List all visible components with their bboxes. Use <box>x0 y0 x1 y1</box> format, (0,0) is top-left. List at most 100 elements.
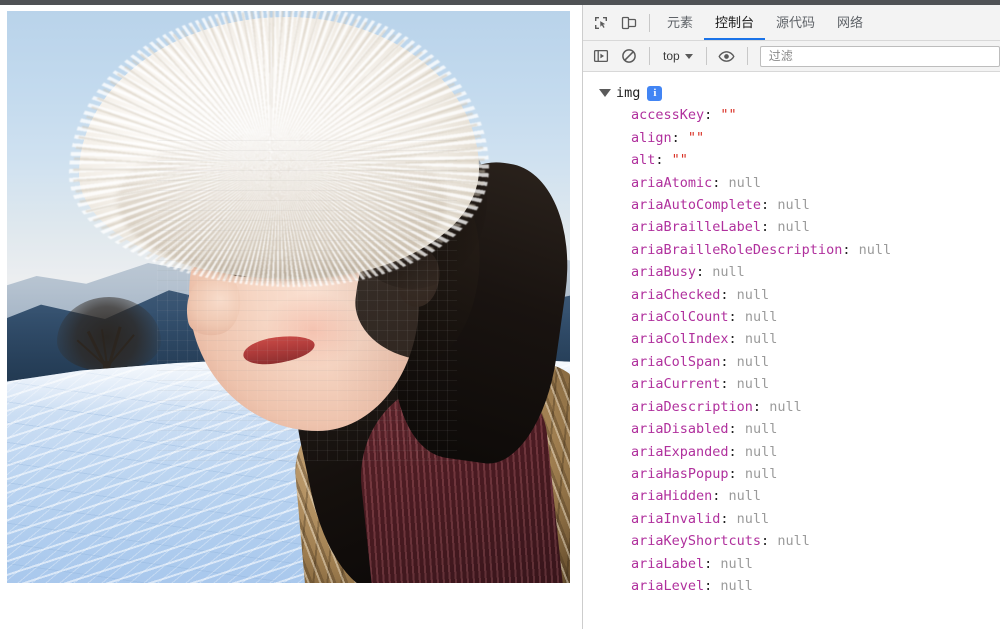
execution-context-label: top <box>663 49 680 63</box>
info-badge[interactable]: i <box>647 85 663 101</box>
object-property-row[interactable]: ariaDisabled: null <box>631 418 1000 440</box>
console-output: img i accessKey: "" align: "" alt: "" ariaA… <box>583 72 1000 629</box>
clear-console-icon[interactable] <box>615 42 643 70</box>
object-property-row[interactable]: ariaLabel: null <box>631 553 1000 575</box>
property-colon: : <box>752 398 770 415</box>
property-key: ariaLevel <box>631 577 705 594</box>
property-value: null <box>736 353 770 370</box>
toolbar-divider <box>649 13 650 32</box>
object-property-row[interactable]: ariaAutoComplete: null <box>631 194 1000 216</box>
object-property-row[interactable]: ariaBrailleLabel: null <box>631 216 1000 238</box>
property-key: ariaBrailleLabel <box>631 219 762 236</box>
execution-context-select[interactable]: top <box>656 45 700 67</box>
object-property-row[interactable]: ariaInvalid: null <box>631 508 1000 530</box>
property-key: ariaInvalid <box>631 510 721 527</box>
devtools-panel: 元素 控制台 源代码 网络 top 过滤 img i accessKey: ""… <box>582 5 1000 629</box>
property-colon: : <box>655 152 672 169</box>
portrait-subject <box>7 11 570 583</box>
property-key: accessKey <box>631 107 705 124</box>
property-colon: : <box>696 264 713 281</box>
property-colon: : <box>728 443 745 460</box>
object-property-row[interactable]: accessKey: "" <box>631 104 1000 126</box>
tab-network[interactable]: 网络 <box>826 5 874 40</box>
property-key: ariaBrailleRoleDescription <box>631 241 843 258</box>
property-value: null <box>858 241 892 258</box>
property-colon: : <box>842 241 859 258</box>
property-value: null <box>744 443 778 460</box>
object-property-row[interactable]: align: "" <box>631 127 1000 149</box>
property-colon: : <box>761 197 778 214</box>
live-expression-eye-icon[interactable] <box>713 42 741 70</box>
device-toolbar-icon[interactable] <box>615 9 643 37</box>
property-colon: : <box>712 174 729 191</box>
property-colon: : <box>704 107 721 124</box>
property-key: ariaAtomic <box>631 174 713 191</box>
property-value: null <box>712 264 745 281</box>
property-colon: : <box>720 353 737 370</box>
property-key: ariaCurrent <box>631 376 721 393</box>
object-property-row[interactable]: ariaHidden: null <box>631 485 1000 507</box>
object-property-row[interactable]: ariaKeyShortcuts: null <box>631 530 1000 552</box>
property-value: "" <box>671 152 688 169</box>
property-value: null <box>720 577 753 594</box>
property-key: ariaBusy <box>631 264 697 281</box>
property-key: ariaKeyShortcuts <box>631 533 762 550</box>
property-value: null <box>720 555 753 572</box>
devtools-tabbar: 元素 控制台 源代码 网络 <box>583 5 1000 41</box>
object-property-row[interactable]: ariaColIndex: null <box>631 328 1000 350</box>
screen: 元素 控制台 源代码 网络 top 过滤 img i accessKey: ""… <box>0 0 1000 629</box>
property-colon: : <box>671 129 688 146</box>
tab-elements[interactable]: 元素 <box>656 5 704 40</box>
object-property-row[interactable]: ariaDescription: null <box>631 396 1000 418</box>
property-value: null <box>736 510 770 527</box>
property-key: ariaChecked <box>631 286 721 303</box>
property-value: "" <box>687 129 705 146</box>
console-toolbar: top <box>583 41 1000 72</box>
property-colon: : <box>728 309 745 326</box>
property-key: alt <box>631 152 656 169</box>
property-colon: : <box>728 331 745 348</box>
inspect-element-icon[interactable] <box>587 9 615 37</box>
property-value: null <box>728 488 762 505</box>
property-value: null <box>728 174 762 191</box>
object-property-row[interactable]: ariaHasPopup: null <box>631 463 1000 485</box>
property-key: ariaColSpan <box>631 353 721 370</box>
object-property-row[interactable]: ariaColSpan: null <box>631 351 1000 373</box>
property-colon: : <box>728 421 745 438</box>
tab-console[interactable]: 控制台 <box>704 5 766 40</box>
object-property-row[interactable]: ariaColCount: null <box>631 306 1000 328</box>
property-key: ariaDescription <box>631 398 753 415</box>
chevron-down-icon <box>684 53 693 59</box>
property-value: null <box>744 309 778 326</box>
page-image[interactable] <box>7 11 570 583</box>
console-filter[interactable] <box>759 45 1000 67</box>
tab-sources[interactable]: 源代码 <box>765 5 826 40</box>
object-property-row[interactable]: ariaCurrent: null <box>631 373 1000 395</box>
property-value: null <box>736 376 770 393</box>
object-property-row[interactable]: ariaBrailleRoleDescription: null <box>631 239 1000 261</box>
property-value: null <box>744 465 778 482</box>
chevron-down-icon[interactable] <box>599 89 611 98</box>
property-key: ariaAutoComplete <box>631 197 762 214</box>
property-value: null <box>769 398 802 415</box>
property-key: ariaColIndex <box>631 331 729 348</box>
property-colon: : <box>704 555 721 572</box>
object-property-row[interactable]: ariaAtomic: null <box>631 172 1000 194</box>
console-sidebar-icon[interactable] <box>587 42 615 70</box>
property-value: null <box>744 421 778 438</box>
filter-input[interactable] <box>766 48 993 64</box>
console-object-header[interactable]: img i <box>583 82 1000 104</box>
object-property-row[interactable]: ariaChecked: null <box>631 284 1000 306</box>
toolbar-divider <box>705 47 707 65</box>
property-value: null <box>777 197 810 214</box>
object-property-row[interactable]: alt: "" <box>631 149 1000 171</box>
property-colon: : <box>704 577 721 594</box>
property-key: ariaHidden <box>631 488 713 505</box>
object-property-row[interactable]: ariaBusy: null <box>631 261 1000 283</box>
property-key: ariaHasPopup <box>631 465 729 482</box>
property-colon: : <box>720 376 737 393</box>
property-colon: : <box>712 488 729 505</box>
object-property-row[interactable]: ariaExpanded: null <box>631 441 1000 463</box>
object-property-row[interactable]: ariaLevel: null <box>631 575 1000 597</box>
property-value: "" <box>720 107 737 124</box>
